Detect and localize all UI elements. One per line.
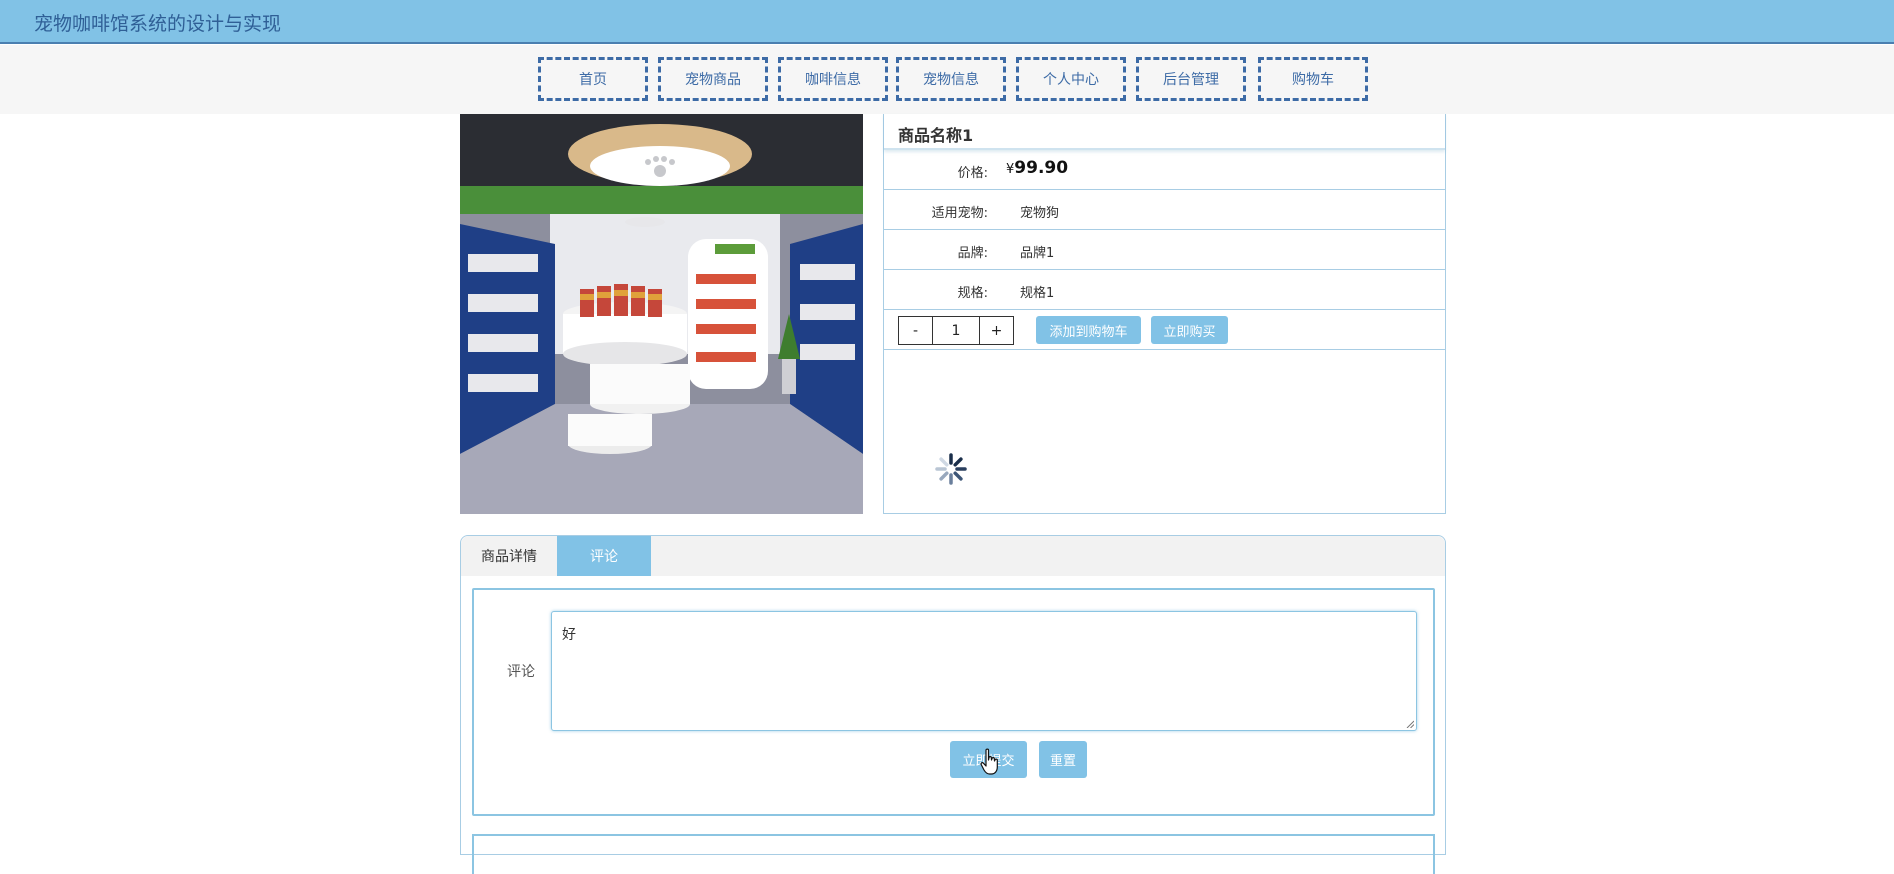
comment-form: 评论 好 立即提交 重置 [472, 588, 1435, 816]
nav-item-personal-center[interactable]: 个人中心 [1016, 57, 1126, 101]
reset-button[interactable]: 重置 [1039, 741, 1087, 778]
tabs-bar: 商品详情 评论 [461, 536, 1445, 576]
site-title: 宠物咖啡馆系统的设计与实现 [34, 13, 282, 35]
nav-item-cart[interactable]: 购物车 [1258, 57, 1368, 101]
tab-comments[interactable]: 评论 [557, 536, 651, 576]
comment-text-value: 好 [562, 627, 576, 643]
spec-label: 规格: [957, 286, 988, 301]
nav-item-pet-products[interactable]: 宠物商品 [658, 57, 768, 101]
price-label: 价格: [957, 166, 988, 181]
spec-row: 规格: 规格1 [884, 270, 1445, 310]
resize-grip-icon[interactable] [1406, 720, 1414, 728]
pet-row: 适用宠物: 宠物狗 [884, 190, 1445, 230]
pet-value: 宠物狗 [1020, 206, 1060, 221]
top-header: 宠物咖啡馆系统的设计与实现 [0, 0, 1894, 44]
nav-item-pet-info[interactable]: 宠物信息 [896, 57, 1006, 101]
pet-label: 适用宠物: [931, 206, 988, 221]
nav-item-coffee-info[interactable]: 咖啡信息 [778, 57, 888, 101]
comment-list-card [472, 834, 1435, 874]
price-value: ¥99.90 [1006, 158, 1068, 178]
comment-label: 评论 [507, 664, 535, 680]
add-to-cart-button[interactable]: 添加到购物车 [1036, 316, 1141, 344]
product-tabs: 商品详情 评论 评论 好 立即提交 重置 [460, 535, 1446, 874]
comment-textarea[interactable]: 好 [551, 611, 1417, 731]
buy-now-button[interactable]: 立即购买 [1151, 316, 1228, 344]
pet-store-photo [460, 114, 863, 514]
spec-value: 规格1 [1020, 286, 1055, 301]
price-row: 价格: ¥99.90 [884, 150, 1445, 190]
brand-label: 品牌: [957, 246, 988, 261]
tab-product-details[interactable]: 商品详情 [461, 536, 557, 576]
loading-spinner-icon [935, 453, 967, 485]
nav-item-admin[interactable]: 后台管理 [1136, 57, 1246, 101]
main-nav: 首页 宠物商品 咖啡信息 宠物信息 个人中心 后台管理 购物车 [0, 45, 1894, 114]
product-info-panel: 商品名称1 价格: ¥99.90 适用宠物: 宠物狗 品牌: 品牌1 规格: 规… [883, 114, 1446, 514]
nav-item-home[interactable]: 首页 [538, 57, 648, 101]
quantity-row: - 1 + 添加到购物车 立即购买 [884, 310, 1445, 350]
brand-row: 品牌: 品牌1 [884, 230, 1445, 270]
product-image [460, 114, 863, 514]
decrease-quantity-button[interactable]: - [898, 316, 933, 345]
product-name: 商品名称1 [884, 114, 1445, 150]
brand-value: 品牌1 [1020, 246, 1055, 261]
increase-quantity-button[interactable]: + [979, 316, 1014, 345]
price-amount: 99.90 [1014, 158, 1069, 178]
hand-cursor-icon [980, 748, 998, 775]
quantity-input[interactable]: 1 [933, 316, 979, 345]
